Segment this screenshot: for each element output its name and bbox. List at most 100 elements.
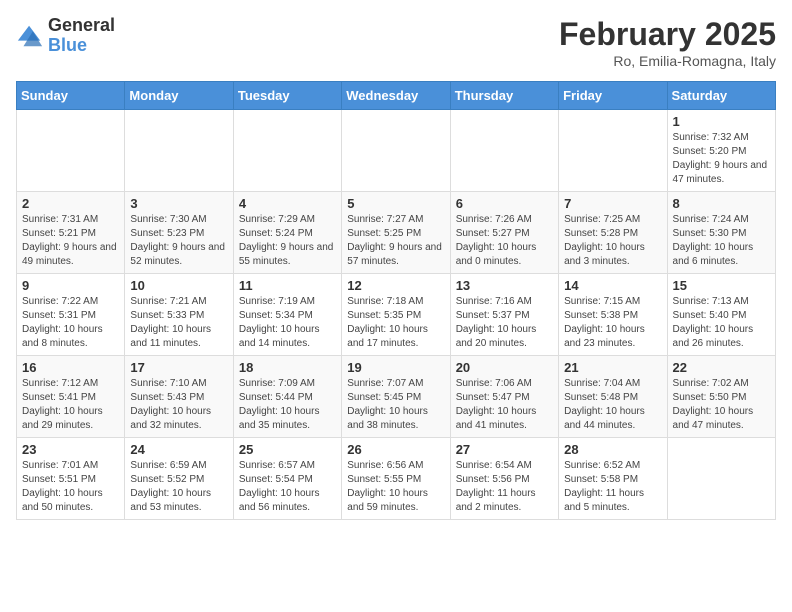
day-number: 25 — [239, 442, 336, 457]
day-number: 22 — [673, 360, 770, 375]
calendar-cell — [233, 110, 341, 192]
calendar-cell: 12 Sunrise: 7:18 AM Sunset: 5:35 PM Dayli… — [342, 274, 450, 356]
day-info: Sunrise: 7:07 AM Sunset: 5:45 PM Dayligh… — [347, 377, 444, 433]
day-info: Sunrise: 7:15 AM Sunset: 5:38 PM Dayligh… — [564, 295, 661, 351]
day-info: Sunrise: 7:04 AM Sunset: 5:48 PM Dayligh… — [564, 377, 661, 433]
calendar-cell: 1 Sunrise: 7:32 AM Sunset: 5:20 PM Daylig… — [667, 110, 775, 192]
logo-icon — [16, 22, 44, 50]
calendar-cell: 20Sunrise: 7:06 AM Sunset: 5:47 PM Dayli… — [450, 356, 558, 438]
day-info: Sunrise: 7:16 AM Sunset: 5:37 PM Dayligh… — [456, 295, 553, 351]
calendar-week-row: 1 Sunrise: 7:32 AM Sunset: 5:20 PM Daylig… — [17, 110, 776, 192]
day-of-week-header: Sunday — [17, 82, 125, 110]
day-info: Sunrise: 7:09 AM Sunset: 5:44 PM Dayligh… — [239, 377, 336, 433]
calendar-cell — [667, 438, 775, 520]
month-title: February 2025 — [559, 16, 776, 53]
logo-blue-text: Blue — [48, 36, 115, 56]
day-number: 24 — [130, 442, 227, 457]
day-number: 8 — [673, 196, 770, 211]
day-of-week-header: Thursday — [450, 82, 558, 110]
calendar-cell: 16 Sunrise: 7:12 AM Sunset: 5:41 PM Dayli… — [17, 356, 125, 438]
day-info: Sunrise: 7:10 AM Sunset: 5:43 PM Dayligh… — [130, 377, 227, 433]
calendar-cell: 19Sunrise: 7:07 AM Sunset: 5:45 PM Dayli… — [342, 356, 450, 438]
day-number: 10 — [130, 278, 227, 293]
day-number: 16 — [22, 360, 119, 375]
day-of-week-header: Saturday — [667, 82, 775, 110]
day-number: 13 — [456, 278, 553, 293]
day-info: Sunrise: 7:06 AM Sunset: 5:47 PM Dayligh… — [456, 377, 553, 433]
calendar-week-row: 23 Sunrise: 7:01 AM Sunset: 5:51 PM Dayli… — [17, 438, 776, 520]
calendar-cell: 14Sunrise: 7:15 AM Sunset: 5:38 PM Dayli… — [559, 274, 667, 356]
day-info: Sunrise: 6:52 AM Sunset: 5:58 PM Dayligh… — [564, 459, 661, 515]
calendar-cell: 4 Sunrise: 7:29 AM Sunset: 5:24 PM Daylig… — [233, 192, 341, 274]
day-number: 11 — [239, 278, 336, 293]
calendar-week-row: 16 Sunrise: 7:12 AM Sunset: 5:41 PM Dayli… — [17, 356, 776, 438]
calendar-cell: 7 Sunrise: 7:25 AM Sunset: 5:28 PM Daylig… — [559, 192, 667, 274]
calendar-cell: 15 Sunrise: 7:13 AM Sunset: 5:40 PM Dayli… — [667, 274, 775, 356]
day-info: Sunrise: 7:31 AM Sunset: 5:21 PM Dayligh… — [22, 213, 119, 269]
day-info: Sunrise: 7:02 AM Sunset: 5:50 PM Dayligh… — [673, 377, 770, 433]
day-number: 21 — [564, 360, 661, 375]
day-of-week-header: Friday — [559, 82, 667, 110]
calendar-header-row: SundayMondayTuesdayWednesdayThursdayFrid… — [17, 82, 776, 110]
day-info: Sunrise: 7:25 AM Sunset: 5:28 PM Dayligh… — [564, 213, 661, 269]
calendar-cell: 11Sunrise: 7:19 AM Sunset: 5:34 PM Dayli… — [233, 274, 341, 356]
calendar-cell: 23 Sunrise: 7:01 AM Sunset: 5:51 PM Dayli… — [17, 438, 125, 520]
day-number: 2 — [22, 196, 119, 211]
calendar-week-row: 9 Sunrise: 7:22 AM Sunset: 5:31 PM Daylig… — [17, 274, 776, 356]
day-number: 17 — [130, 360, 227, 375]
calendar-cell: 21 Sunrise: 7:04 AM Sunset: 5:48 PM Dayli… — [559, 356, 667, 438]
day-info: Sunrise: 7:32 AM Sunset: 5:20 PM Dayligh… — [673, 131, 770, 187]
calendar-cell: 24 Sunrise: 6:59 AM Sunset: 5:52 PM Dayli… — [125, 438, 233, 520]
calendar-cell — [559, 110, 667, 192]
calendar-cell: 17 Sunrise: 7:10 AM Sunset: 5:43 PM Dayli… — [125, 356, 233, 438]
day-info: Sunrise: 7:27 AM Sunset: 5:25 PM Dayligh… — [347, 213, 444, 269]
day-number: 3 — [130, 196, 227, 211]
calendar-cell: 25Sunrise: 6:57 AM Sunset: 5:54 PM Dayli… — [233, 438, 341, 520]
day-info: Sunrise: 7:21 AM Sunset: 5:33 PM Dayligh… — [130, 295, 227, 351]
day-info: Sunrise: 7:13 AM Sunset: 5:40 PM Dayligh… — [673, 295, 770, 351]
day-number: 5 — [347, 196, 444, 211]
calendar-table: SundayMondayTuesdayWednesdayThursdayFrid… — [16, 81, 776, 520]
day-info: Sunrise: 7:24 AM Sunset: 5:30 PM Dayligh… — [673, 213, 770, 269]
calendar-cell: 22 Sunrise: 7:02 AM Sunset: 5:50 PM Dayli… — [667, 356, 775, 438]
location-text: Ro, Emilia-Romagna, Italy — [559, 53, 776, 69]
day-info: Sunrise: 7:01 AM Sunset: 5:51 PM Dayligh… — [22, 459, 119, 515]
calendar-week-row: 2 Sunrise: 7:31 AM Sunset: 5:21 PM Daylig… — [17, 192, 776, 274]
day-info: Sunrise: 7:18 AM Sunset: 5:35 PM Dayligh… — [347, 295, 444, 351]
day-number: 4 — [239, 196, 336, 211]
calendar-cell: 3 Sunrise: 7:30 AM Sunset: 5:23 PM Daylig… — [125, 192, 233, 274]
day-number: 28 — [564, 442, 661, 457]
title-block: February 2025 Ro, Emilia-Romagna, Italy — [559, 16, 776, 69]
calendar-cell: 5 Sunrise: 7:27 AM Sunset: 5:25 PM Daylig… — [342, 192, 450, 274]
calendar-cell: 13 Sunrise: 7:16 AM Sunset: 5:37 PM Dayli… — [450, 274, 558, 356]
day-number: 23 — [22, 442, 119, 457]
day-of-week-header: Tuesday — [233, 82, 341, 110]
day-info: Sunrise: 7:22 AM Sunset: 5:31 PM Dayligh… — [22, 295, 119, 351]
day-number: 12 — [347, 278, 444, 293]
page-header: General Blue February 2025 Ro, Emilia-Ro… — [16, 16, 776, 69]
day-number: 27 — [456, 442, 553, 457]
calendar-cell — [342, 110, 450, 192]
logo-text: General Blue — [48, 16, 115, 56]
logo-general-text: General — [48, 16, 115, 36]
day-number: 7 — [564, 196, 661, 211]
calendar-cell: 10 Sunrise: 7:21 AM Sunset: 5:33 PM Dayli… — [125, 274, 233, 356]
day-number: 1 — [673, 114, 770, 129]
day-number: 15 — [673, 278, 770, 293]
day-info: Sunrise: 7:30 AM Sunset: 5:23 PM Dayligh… — [130, 213, 227, 269]
day-info: Sunrise: 7:12 AM Sunset: 5:41 PM Dayligh… — [22, 377, 119, 433]
calendar-cell — [17, 110, 125, 192]
calendar-cell: 2 Sunrise: 7:31 AM Sunset: 5:21 PM Daylig… — [17, 192, 125, 274]
day-of-week-header: Wednesday — [342, 82, 450, 110]
calendar-cell: 6Sunrise: 7:26 AM Sunset: 5:27 PM Daylig… — [450, 192, 558, 274]
calendar-cell: 27 Sunrise: 6:54 AM Sunset: 5:56 PM Dayli… — [450, 438, 558, 520]
day-info: Sunrise: 6:54 AM Sunset: 5:56 PM Dayligh… — [456, 459, 553, 515]
day-info: Sunrise: 7:29 AM Sunset: 5:24 PM Dayligh… — [239, 213, 336, 269]
day-number: 9 — [22, 278, 119, 293]
calendar-cell — [125, 110, 233, 192]
calendar-cell — [450, 110, 558, 192]
day-number: 18 — [239, 360, 336, 375]
day-info: Sunrise: 6:59 AM Sunset: 5:52 PM Dayligh… — [130, 459, 227, 515]
logo: General Blue — [16, 16, 115, 56]
calendar-cell: 18 Sunrise: 7:09 AM Sunset: 5:44 PM Dayli… — [233, 356, 341, 438]
